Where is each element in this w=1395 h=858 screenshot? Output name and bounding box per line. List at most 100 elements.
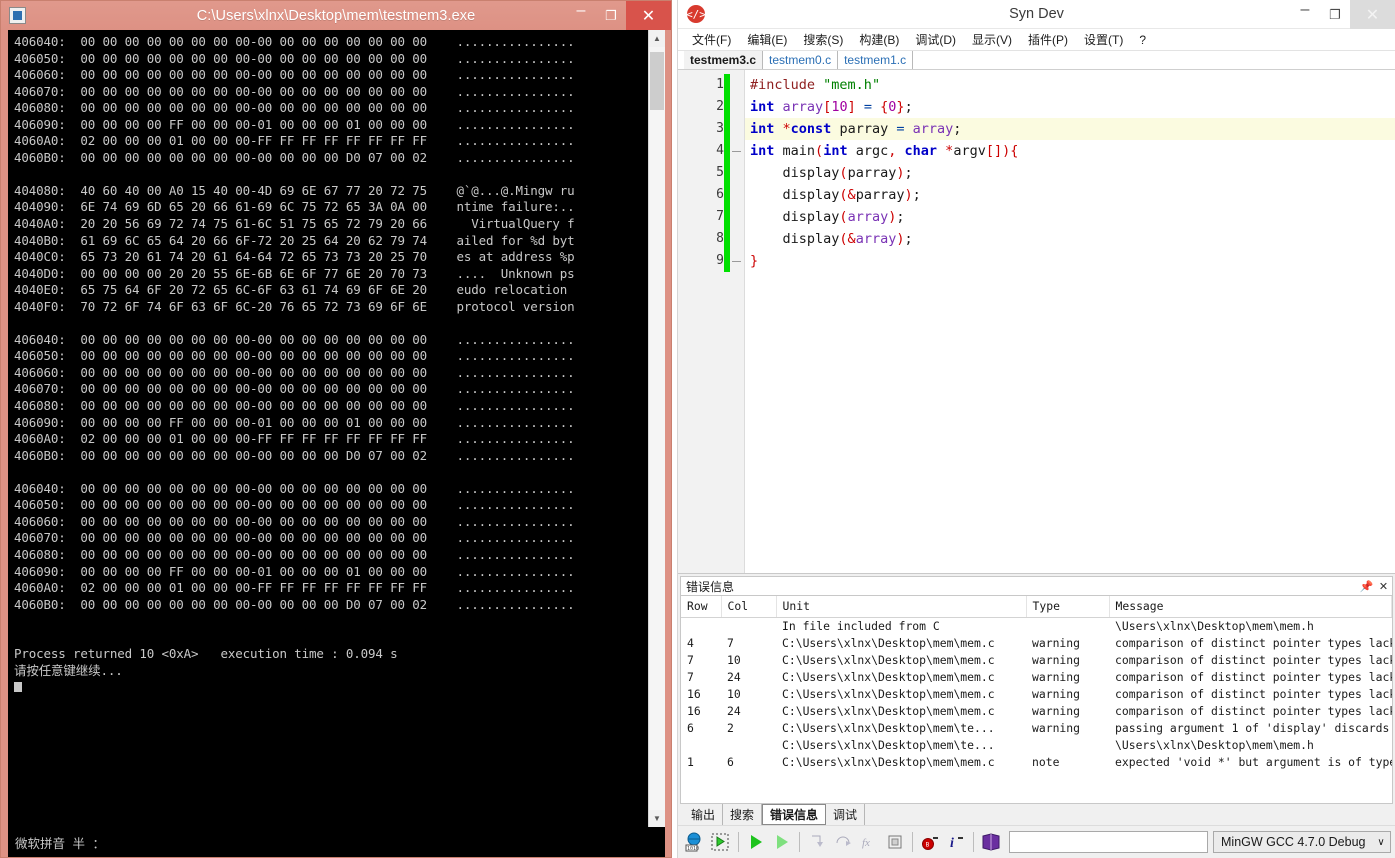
toolbar-search-input[interactable] (1009, 831, 1208, 853)
file-tab-testmem0[interactable]: testmem0.c (763, 51, 839, 69)
table-row[interactable]: 6 2 C:\Users\xlnx\Desktop\mem\te... warn… (681, 719, 1392, 736)
cell-row: 16 (687, 703, 701, 718)
compile-icon[interactable]: 1010 (682, 829, 708, 855)
book-icon[interactable] (978, 829, 1004, 855)
ide-toolbar: 1010 fx B i MinGW GCC 4.7.0 Debug ∨ (678, 825, 1395, 858)
fold-end-icon[interactable] (732, 250, 741, 272)
console-minimize-button[interactable]: – (566, 1, 596, 30)
code-text-area[interactable]: #include "mem.h" int array[10] = {0}; in… (744, 70, 1395, 573)
ide-close-button[interactable]: ✕ (1350, 0, 1395, 29)
col-header-row[interactable]: Row (681, 596, 722, 618)
cell-type: note (1032, 754, 1060, 769)
code-line-6: display(&parray); (782, 187, 921, 203)
scroll-down-arrow-icon[interactable]: ▼ (649, 810, 665, 827)
hex-line: 406070: 00 00 00 00 00 00 00 00-00 00 00… (14, 381, 575, 397)
ide-titlebar[interactable]: </> Syn Dev – ❐ ✕ (678, 0, 1395, 29)
table-row[interactable]: 16 10 C:\Users\xlnx\Desktop\mem\mem.c wa… (681, 685, 1392, 702)
pin-icon[interactable]: 📌 (1358, 580, 1375, 593)
menu-debug[interactable]: 调试(D) (907, 29, 964, 51)
toolbar-separator (799, 832, 800, 852)
string-line: 4040F0: 70 72 6F 74 6F 63 6F 6C-20 76 65… (14, 298, 575, 314)
toolbar-separator (738, 832, 739, 852)
table-row[interactable]: 4 7 C:\Users\xlnx\Desktop\mem\mem.c warn… (681, 634, 1392, 651)
panel-tab-errors[interactable]: 错误信息 (762, 804, 827, 825)
hex-line: 406090: 00 00 00 00 FF 00 00 00-01 00 00… (14, 414, 575, 430)
file-tab-testmem1[interactable]: testmem1.c (838, 51, 914, 69)
stop-icon[interactable] (882, 829, 908, 855)
hex-line: 406060: 00 00 00 00 00 00 00 00-00 00 00… (14, 67, 575, 83)
close-icon[interactable]: ✕ (1375, 580, 1392, 593)
console-scrollbar-track[interactable] (649, 47, 665, 810)
hex-line: 406080: 00 00 00 00 00 00 00 00-00 00 00… (14, 100, 575, 116)
process-exit-line: Process returned 10 <0xA> execution time… (14, 646, 398, 662)
menu-build[interactable]: 构建(B) (851, 29, 907, 51)
cell-row: 16 (687, 686, 701, 701)
table-row[interactable]: In file included from C \Users\xlnx\Desk… (681, 617, 1392, 634)
cell-type: warning (1032, 703, 1081, 718)
cell-col: 7 (727, 635, 734, 650)
hex-line: 406080: 00 00 00 00 00 00 00 00-00 00 00… (14, 546, 575, 562)
panel-tab-output[interactable]: 输出 (684, 804, 724, 825)
menu-edit[interactable]: 编辑(E) (739, 29, 795, 51)
menu-plugins[interactable]: 插件(P) (1020, 29, 1076, 51)
run-icon[interactable] (743, 829, 769, 855)
compile-run-icon[interactable] (708, 829, 734, 855)
debug-run-icon[interactable] (769, 829, 795, 855)
table-row[interactable]: C:\Users\xlnx\Desktop\mem\te... \Users\x… (681, 736, 1392, 753)
compiler-select[interactable]: MinGW GCC 4.7.0 Debug ∨ (1213, 831, 1391, 853)
panel-tab-debug[interactable]: 调试 (826, 804, 866, 825)
ide-maximize-button[interactable]: ❐ (1320, 0, 1350, 29)
table-row[interactable]: 1 6 C:\Users\xlnx\Desktop\mem\mem.c note… (681, 753, 1392, 770)
table-row[interactable]: 16 24 C:\Users\xlnx\Desktop\mem\mem.c wa… (681, 702, 1392, 719)
watch-icon[interactable]: i (943, 829, 969, 855)
message-table-wrapper[interactable]: Row Col Unit Type Message In file includ… (680, 596, 1393, 804)
step-into-icon[interactable] (804, 829, 830, 855)
cell-row (681, 617, 721, 634)
menu-settings[interactable]: 设置(T) (1076, 29, 1131, 51)
fold-collapse-icon[interactable] (732, 140, 741, 162)
hex-line: 4060A0: 02 00 00 00 01 00 00 00-FF FF FF… (14, 580, 575, 596)
console-scrollbar[interactable]: ▲ ▼ (648, 30, 665, 827)
scroll-up-arrow-icon[interactable]: ▲ (649, 30, 665, 47)
col-header-unit[interactable]: Unit (776, 596, 1027, 618)
hex-line: 406070: 00 00 00 00 00 00 00 00-00 00 00… (14, 83, 575, 99)
console-close-button[interactable]: ✕ (626, 1, 671, 30)
code-line-2: int array[10] = {0}; (750, 99, 913, 115)
table-row[interactable]: 7 24 C:\Users\xlnx\Desktop\mem\mem.c war… (681, 668, 1392, 685)
col-header-type[interactable]: Type (1026, 596, 1110, 618)
cell-row: 7 (687, 669, 694, 684)
menu-help[interactable]: ? (1131, 29, 1154, 51)
console-maximize-button[interactable]: ❐ (596, 1, 626, 30)
cell-type: warning (1032, 652, 1081, 667)
file-tab-testmem3[interactable]: testmem3.c (684, 51, 764, 69)
cell-type: warning (1032, 669, 1081, 684)
code-folding-column[interactable] (730, 70, 744, 573)
hex-line: 406090: 00 00 00 00 FF 00 00 00-01 00 00… (14, 116, 575, 132)
line-number: 3 (716, 121, 724, 136)
ide-minimize-button[interactable]: – (1290, 0, 1320, 29)
line-number-gutter: 1 2 3 4 5 6 7 8 9 (678, 70, 730, 573)
line-number: 2 (716, 99, 724, 114)
cell-unit: C:\Users\xlnx\Desktop\mem\mem.c (782, 635, 995, 650)
console-scrollbar-thumb[interactable] (650, 52, 664, 110)
console-cursor (14, 682, 22, 693)
step-function-icon[interactable]: fx (856, 829, 882, 855)
menu-view[interactable]: 显示(V) (964, 29, 1020, 51)
string-line: 4040D0: 00 00 00 00 20 20 55 6E-6B 6E 6F… (14, 265, 575, 281)
console-titlebar[interactable]: C:\Users\xlnx\Desktop\mem\testmem3.exe –… (1, 1, 671, 30)
code-editor[interactable]: 1 2 3 4 5 6 7 8 9 #include "mem.h" int a… (678, 70, 1395, 574)
panel-tab-search[interactable]: 搜索 (723, 804, 763, 825)
chevron-down-icon[interactable]: ∨ (1372, 837, 1390, 848)
ide-window-title: Syn Dev (1009, 6, 1064, 22)
cell-unit: C:\Users\xlnx\Desktop\mem\mem.c (782, 652, 995, 667)
menu-search[interactable]: 搜索(S) (795, 29, 851, 51)
breakpoint-icon[interactable]: B (917, 829, 943, 855)
message-table-header-row: Row Col Unit Type Message (681, 596, 1392, 618)
code-line-1: #include "mem.h" (750, 77, 881, 93)
table-row[interactable]: 7 10 C:\Users\xlnx\Desktop\mem\mem.c war… (681, 651, 1392, 668)
step-over-icon[interactable] (830, 829, 856, 855)
col-header-col[interactable]: Col (721, 596, 777, 618)
code-line-3: int *const parray = array; (745, 118, 1395, 140)
col-header-message[interactable]: Message (1109, 596, 1392, 618)
menu-file[interactable]: 文件(F) (684, 29, 739, 51)
